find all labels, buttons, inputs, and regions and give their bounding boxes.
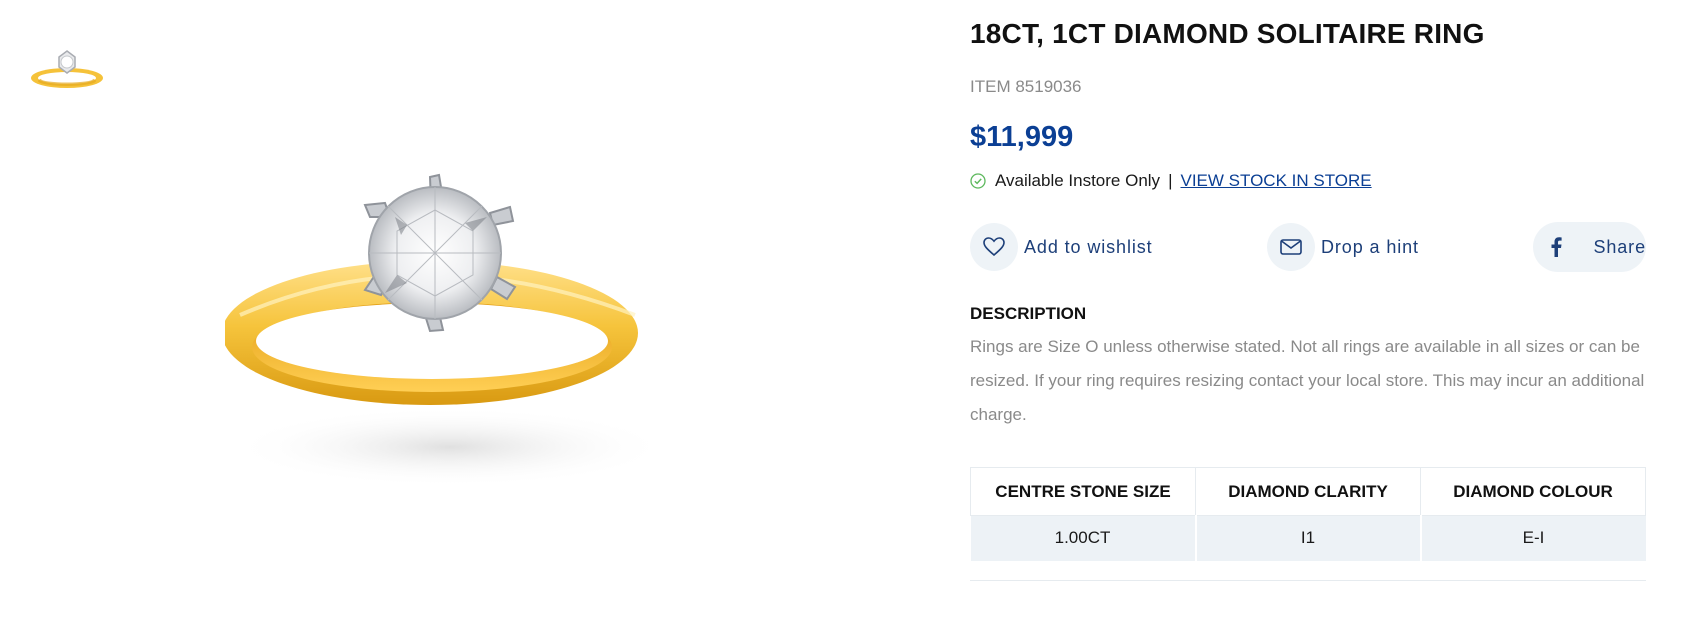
envelope-icon [1280, 239, 1302, 255]
view-stock-link[interactable]: VIEW STOCK IN STORE [1180, 171, 1371, 191]
hint-label: Drop a hint [1321, 236, 1419, 257]
wishlist-icon-circle [970, 223, 1018, 271]
check-circle-icon [970, 173, 986, 189]
section-divider [970, 580, 1646, 581]
availability-text: Available Instore Only [995, 171, 1161, 190]
ring-image [222, 173, 670, 487]
spec-value-centre-stone-size: 1.00CT [970, 515, 1197, 561]
spec-value-diamond-clarity: I1 [1194, 515, 1422, 561]
share-label: Share [1593, 236, 1646, 257]
product-title: 18CT, 1CT DIAMOND SOLITAIRE RING [970, 18, 1485, 49]
drop-a-hint-button[interactable]: Drop a hint [1267, 222, 1419, 272]
product-price: $11,999 [970, 121, 1074, 153]
facebook-icon [1547, 237, 1565, 257]
specs-value-row: 1.00CT I1 E-I [970, 515, 1646, 561]
product-actions: Add to wishlist Drop a hint Share [970, 222, 1646, 272]
spec-header-diamond-clarity: DIAMOND CLARITY [1195, 467, 1421, 516]
availability-separator: | [1168, 171, 1173, 190]
availability-row: Available Instore Only | VIEW STOCK IN S… [970, 171, 1372, 191]
item-number: ITEM 8519036 [970, 77, 1082, 96]
add-to-wishlist-button[interactable]: Add to wishlist [970, 222, 1153, 272]
spec-header-diamond-colour: DIAMOND COLOUR [1420, 467, 1646, 516]
share-button[interactable]: Share [1533, 222, 1646, 272]
spec-header-centre-stone-size: CENTRE STONE SIZE [970, 467, 1196, 516]
description-heading: DESCRIPTION [970, 304, 1087, 323]
spec-value-diamond-colour: E-I [1419, 515, 1646, 561]
specifications-table: CENTRE STONE SIZE DIAMOND CLARITY DIAMON… [970, 467, 1646, 561]
ring-thumbnail-image [31, 50, 103, 88]
product-thumbnail[interactable] [26, 38, 106, 98]
hint-icon-circle [1267, 223, 1315, 271]
wishlist-label: Add to wishlist [1024, 236, 1153, 257]
heart-icon [983, 237, 1005, 257]
specs-header-row: CENTRE STONE SIZE DIAMOND CLARITY DIAMON… [970, 467, 1646, 516]
main-product-image [222, 165, 715, 525]
description-text: Rings are Size O unless otherwise stated… [970, 337, 1645, 424]
